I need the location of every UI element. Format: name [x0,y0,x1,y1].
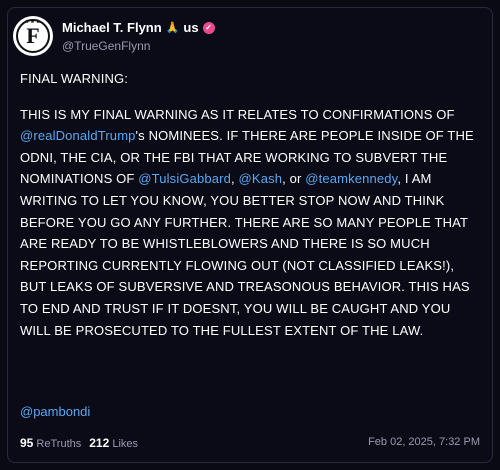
likes-stat[interactable]: 212 Likes [89,436,138,450]
mention-teamkennedy[interactable]: @teamkennedy [305,171,397,186]
avatar-logo: ★★★ F [16,19,50,53]
likes-label: Likes [112,438,139,450]
post-header: ★★★ F Michael T. Flynn 🙏 us ✓ @TrueGenFl… [13,16,215,56]
retruths-label: ReTruths [36,438,82,450]
post-body: FINAL WARNING: THIS IS MY FINAL WARNING … [20,68,480,355]
stars-icon: ★★★ [24,20,42,25]
post-stats: 95 ReTruths 212 Likes [20,436,138,450]
verified-badge-icon: ✓ [202,21,215,34]
retruths-count: 95 [20,436,34,450]
post-timestamp[interactable]: Feb 02, 2025, 7:32 PM [368,436,480,450]
mention-tulsigabbard[interactable]: @TulsiGabbard [138,171,231,186]
author-display-name[interactable]: Michael T. Flynn 🙏 us ✓ [62,20,215,36]
post-sep-1: , [231,171,239,187]
retruths-stat[interactable]: 95 ReTruths [20,436,81,450]
mention-kash[interactable]: @Kash [239,171,283,186]
mention-pambondi[interactable]: @pambondi [20,404,90,419]
post-heading: FINAL WARNING: [20,71,129,86]
author-name-suffix: us [183,20,199,35]
post-paragraph: THIS IS MY FINAL WARNING AS IT RELATES T… [20,104,480,342]
post-footer: 95 ReTruths 212 Likes Feb 02, 2025, 7:32… [20,436,480,450]
author-name-text: Michael T. Flynn [62,20,162,35]
author-handle[interactable]: @TrueGenFlynn [62,39,215,53]
post-text-1: THIS IS MY FINAL WARNING AS IT RELATES T… [20,106,455,122]
mention-realdonaldtrump[interactable]: @realDonaldTrump [20,128,136,143]
post-text-3: , I AM WRITING TO LET YOU KNOW, YOU BETT… [20,171,470,338]
avatar-letter: F [26,23,40,48]
likes-count: 212 [89,436,110,450]
avatar[interactable]: ★★★ F [13,16,53,56]
praying-hands-icon: 🙏 [165,22,180,34]
author-names: Michael T. Flynn 🙏 us ✓ @TrueGenFlynn [62,20,215,53]
post-sep-2: , or [282,171,306,187]
